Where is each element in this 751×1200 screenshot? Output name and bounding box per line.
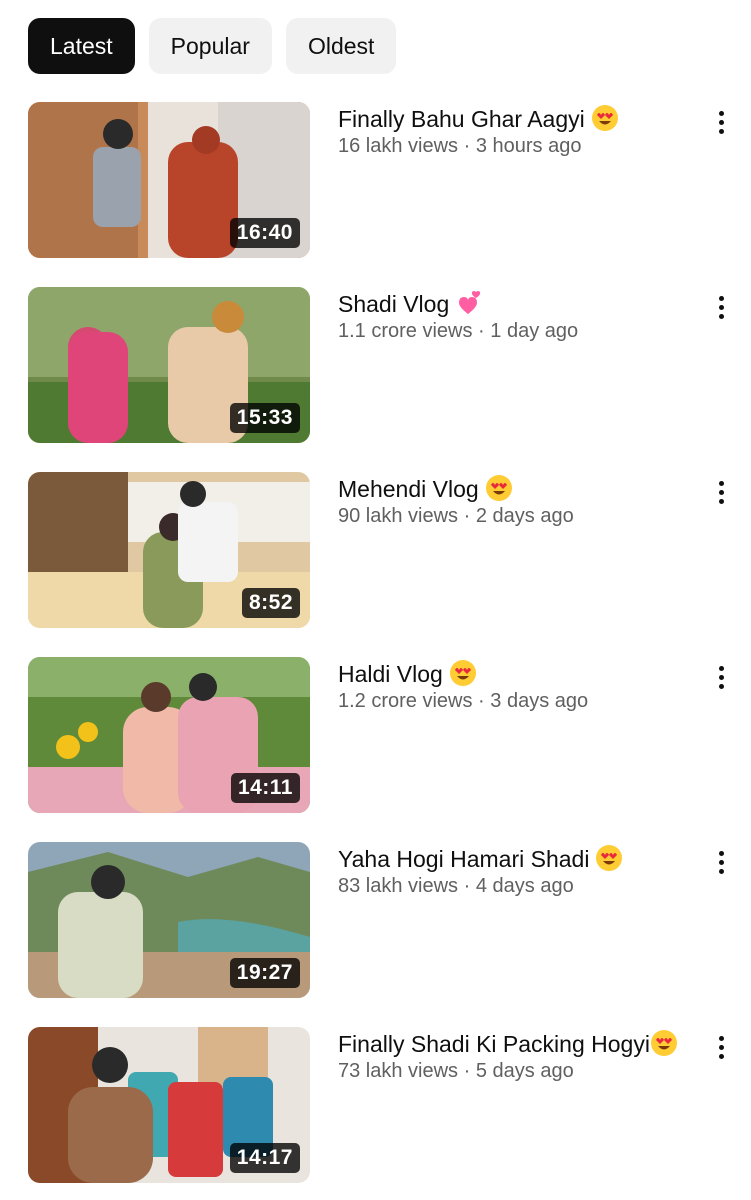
video-duration: 14:11 <box>230 773 300 803</box>
video-thumbnail[interactable]: 15:33 <box>28 287 310 443</box>
video-title[interactable]: Haldi Vlog <box>338 659 678 689</box>
heart-eyes-emoji-icon <box>591 104 619 132</box>
video-duration: 14:17 <box>229 1143 300 1173</box>
video-item[interactable]: 16:40 Finally Bahu Ghar Aagyi 16 lakh vi… <box>0 102 751 287</box>
more-vert-icon[interactable] <box>709 108 733 136</box>
video-stats: 90 lakh views · 2 days ago <box>338 505 574 527</box>
video-duration: 19:27 <box>229 958 300 988</box>
chip-latest[interactable]: Latest <box>28 18 135 74</box>
heart-eyes-emoji-icon <box>650 1029 678 1057</box>
video-thumbnail[interactable]: 16:40 <box>28 102 310 258</box>
more-vert-icon[interactable] <box>709 848 733 876</box>
heart-eyes-emoji-icon <box>595 844 623 872</box>
video-title[interactable]: Finally Bahu Ghar Aagyi <box>338 104 678 134</box>
video-item[interactable]: 19:27 Yaha Hogi Hamari Shadi 83 lakh vie… <box>0 842 751 1027</box>
video-duration: 8:52 <box>241 588 300 618</box>
more-vert-icon[interactable] <box>709 293 733 321</box>
video-thumbnail[interactable]: 19:27 <box>28 842 310 998</box>
more-vert-icon[interactable] <box>709 1033 733 1061</box>
video-thumbnail[interactable]: 14:17 <box>28 1027 310 1183</box>
video-stats: 1.2 crore views · 3 days ago <box>338 690 589 712</box>
heart-eyes-emoji-icon <box>449 659 477 687</box>
video-item[interactable]: 14:11 Haldi Vlog 1.2 crore views · 3 day… <box>0 657 751 842</box>
more-vert-icon[interactable] <box>709 663 733 691</box>
video-item[interactable]: 15:33 Shadi Vlog 1.1 crore views · 1 day… <box>0 287 751 472</box>
chip-popular[interactable]: Popular <box>148 18 272 74</box>
video-item[interactable]: 14:17 Finally Shadi Ki Packing Hogyi 73 … <box>0 1027 751 1200</box>
more-vert-icon[interactable] <box>709 478 733 506</box>
chip-oldest[interactable]: Oldest <box>285 18 397 74</box>
two-hearts-emoji-icon <box>455 289 483 317</box>
filter-chips: Latest Popular Oldest <box>28 18 397 74</box>
video-thumbnail[interactable]: 8:52 <box>28 472 310 628</box>
video-stats: 1.1 crore views · 1 day ago <box>338 320 579 342</box>
video-duration: 15:33 <box>229 403 300 433</box>
video-title[interactable]: Shadi Vlog <box>338 289 678 319</box>
heart-eyes-emoji-icon <box>485 474 513 502</box>
video-duration: 16:40 <box>229 218 300 248</box>
video-stats: 73 lakh views · 5 days ago <box>338 1060 574 1082</box>
video-title[interactable]: Yaha Hogi Hamari Shadi <box>338 844 678 874</box>
video-stats: 83 lakh views · 4 days ago <box>338 875 574 897</box>
video-thumbnail[interactable]: 14:11 <box>28 657 310 813</box>
video-list: 16:40 Finally Bahu Ghar Aagyi 16 lakh vi… <box>0 102 751 1200</box>
video-title[interactable]: Finally Shadi Ki Packing Hogyi <box>338 1029 678 1059</box>
video-item[interactable]: 8:52 Mehendi Vlog 90 lakh views · 2 days… <box>0 472 751 657</box>
video-title[interactable]: Mehendi Vlog <box>338 474 678 504</box>
video-stats: 16 lakh views · 3 hours ago <box>338 135 582 157</box>
